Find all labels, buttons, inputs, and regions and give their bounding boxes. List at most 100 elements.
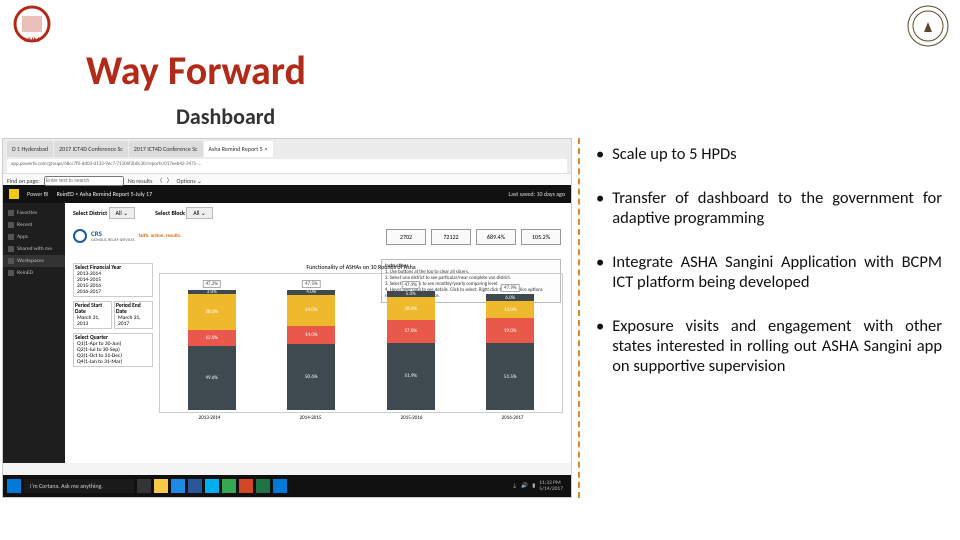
battery-icon: ▮ [532, 483, 535, 489]
word-icon[interactable] [188, 479, 202, 493]
browser-tab[interactable]: 2017 ICT4D Conference Sc [54, 141, 128, 157]
powerbi-sidebar: Favorites Recent Apps Shared with me Wor… [3, 203, 65, 463]
clock-icon [8, 222, 14, 228]
chart-bar: 47.5%50.6%14.0%24.0%4.0% [287, 290, 335, 410]
skype-icon[interactable] [205, 479, 219, 493]
edge-icon[interactable] [273, 479, 287, 493]
page-title: Way Forward [86, 46, 306, 95]
find-label: Find on page: [7, 177, 40, 185]
volume-icon: 🔊 [521, 483, 528, 489]
windows-taskbar: I'm Cortana. Ask me anything. ⏚ 🔊 ▮ 11:3… [3, 475, 571, 497]
share-icon [8, 246, 14, 252]
crs-logo-icon [73, 229, 87, 243]
bullet-item: Transfer of dashboard to the government … [596, 188, 942, 228]
block-dropdown[interactable]: All ⌄ [186, 207, 213, 219]
xaxis-label: 2016-2017 [502, 415, 524, 421]
bar-badge: 47.2% [203, 280, 221, 288]
close-icon[interactable]: × [265, 145, 268, 153]
chart-xaxis: 2013-20142014-20152015-20162016-2017 [159, 415, 563, 421]
bar-badge: 47.9% [501, 284, 519, 292]
bar-segment: 24.0% [287, 295, 335, 326]
bar-segment: 13.0% [486, 301, 534, 318]
bullet-item: Integrate ASHA Sangini Application with … [596, 252, 942, 292]
sidebar-item-favorites[interactable]: Favorites [3, 207, 65, 219]
bullet-item: Scale up to 5 HPDs [596, 144, 942, 164]
period-start[interactable]: Period Start DateMarch 31, 2013 [73, 301, 112, 329]
fy-filter[interactable]: Select Financial Year 2013-2014 2014-201… [73, 263, 153, 297]
quarter-filter[interactable]: Select Quarter Q1(1-Apr to 30-Jun) Q2(1-… [73, 333, 153, 367]
start-button-icon[interactable] [7, 479, 21, 493]
xaxis-label: 2014-2015 [300, 415, 322, 421]
xaxis-label: 2013-2014 [199, 415, 221, 421]
org-name: CRS [91, 229, 135, 238]
dashboard-screenshot: D 1 Hyderabad 2017 ICT4D Conference Sc 2… [2, 138, 572, 498]
excel-icon[interactable] [256, 479, 270, 493]
bar-badge: 47.5% [302, 280, 320, 288]
bar-badge: 47.9% [402, 281, 420, 289]
filter-panel: Select Financial Year 2013-2014 2014-201… [73, 263, 153, 421]
find-options[interactable]: Options ⌄ [177, 177, 203, 185]
taskview-icon[interactable] [137, 479, 151, 493]
chevron-left-icon[interactable]: 〈 [156, 176, 162, 185]
bar-segment: 12.0% [188, 330, 236, 346]
metric-card: 2702 [386, 229, 426, 245]
last-saved: Last saved: 10 days ago [509, 190, 565, 198]
browser-tab[interactable]: D 1 Hyderabad [7, 141, 53, 157]
chrome-icon[interactable] [222, 479, 236, 493]
report-canvas: Select District All ⌄ Select Block All ⌄… [65, 203, 571, 463]
org-tagline: faith. action. results. [139, 233, 182, 239]
bullet-list: Scale up to 5 HPDs Transfer of dashboard… [596, 144, 942, 400]
apps-icon [8, 234, 14, 240]
org-branding: CRS CATHOLIC RELIEF SERVICES faith. acti… [73, 229, 181, 243]
sidebar-item-shared[interactable]: Shared with me [3, 243, 65, 255]
browser-tab[interactable]: Asha Remind Report 5 × [204, 141, 273, 157]
page-subtitle: Dashboard [176, 103, 275, 130]
store-icon[interactable] [171, 479, 185, 493]
bar-segment: 18.0% [387, 297, 435, 320]
browser-tab[interactable]: 2017 ICT4D Conference Sc [129, 141, 203, 157]
find-input[interactable] [44, 176, 124, 186]
svg-text:NHM: NHM [24, 35, 39, 44]
bar-segment: 50.6% [287, 344, 335, 410]
bar-segment: 6.0% [486, 294, 534, 302]
sidebar-item-workspaces[interactable]: Workspaces [3, 255, 65, 267]
breadcrumb: ReinED > Asha Remind Report 5-July 17 [57, 190, 153, 198]
period-end[interactable]: Period End DateMarch 31, 2017 [114, 301, 153, 329]
nhm-logo: NHM [10, 4, 54, 48]
chart-bar: 47.9%51.9%17.0%18.0%5.0% [387, 291, 435, 410]
sidebar-item-apps[interactable]: Apps [3, 231, 65, 243]
metric-card: 689.4% [476, 229, 516, 245]
system-tray[interactable]: ⏚ 🔊 ▮ 11:32 PM5/14/2017 [512, 480, 567, 492]
metric-cards: 2702 72122 689.4% 105.2% [386, 229, 561, 245]
district-label: Select District [73, 209, 107, 217]
metric-card: 105.2% [521, 229, 561, 245]
chart-title: Functionality of ASHAs on 10 Rounds of A… [159, 263, 563, 271]
browser-chrome: D 1 Hyderabad 2017 ICT4D Conference Sc 2… [3, 139, 571, 185]
bar-segment: 19.0% [486, 318, 534, 343]
bar-segment: 49.6% [188, 346, 236, 410]
district-dropdown[interactable]: All ⌄ [109, 207, 136, 219]
star-icon [8, 210, 14, 216]
sidebar-item-workspace[interactable]: ReinED [3, 267, 65, 279]
cortana-search[interactable]: I'm Cortana. Ask me anything. [24, 479, 134, 493]
powerbi-brand: Power BI [27, 190, 49, 198]
wifi-icon: ⏚ [512, 482, 518, 490]
bar-segment: 51.5% [486, 343, 534, 410]
powerpoint-icon[interactable] [239, 479, 253, 493]
chart-bar: 47.2%49.6%12.0%28.0%3.0% [188, 290, 236, 410]
sidebar-item-recent[interactable]: Recent [3, 219, 65, 231]
grid-icon [8, 258, 14, 264]
org-sub: CATHOLIC RELIEF SERVICES [91, 238, 135, 243]
address-bar[interactable]: app.powerbi.com/groups/68cc7f0-dd03-d132… [7, 159, 567, 173]
folder-icon [8, 270, 14, 276]
vertical-divider [578, 138, 580, 498]
bar-segment: 14.0% [287, 326, 335, 344]
explorer-icon[interactable] [154, 479, 168, 493]
gov-seal-logo [906, 4, 950, 48]
powerbi-topbar: Power BI ReinED > Asha Remind Report 5-J… [3, 185, 571, 203]
bar-segment: 17.0% [387, 320, 435, 342]
bullet-item: Exposure visits and engagement with othe… [596, 316, 942, 376]
bar-segment: 51.9% [387, 343, 435, 410]
chevron-right-icon[interactable]: 〉 [167, 176, 173, 185]
find-noresults: No results [128, 177, 153, 185]
